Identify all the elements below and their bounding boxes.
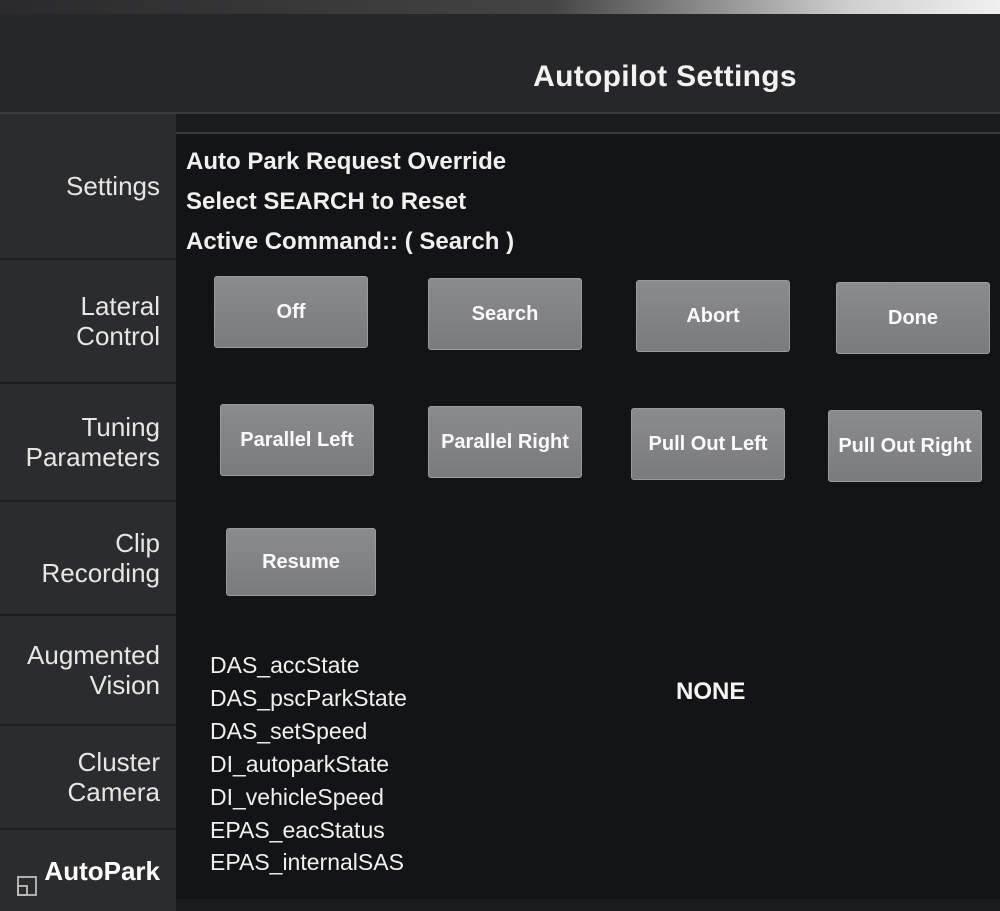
done-button[interactable]: Done xyxy=(836,282,990,354)
sidebar-item-label: Augmented Vision xyxy=(27,640,160,700)
signal-label: DAS_accState xyxy=(210,652,360,678)
sidebar-item-tuning-parameters[interactable]: Tuning Parameters xyxy=(0,384,176,502)
signal-label: DI_autoparkState xyxy=(210,751,390,777)
autopark-panel: Auto Park Request Override Select SEARCH… xyxy=(176,132,1000,899)
abort-button[interactable]: Abort xyxy=(636,280,790,352)
top-bezel-strip xyxy=(0,0,1000,14)
sidebar-item-label: Settings xyxy=(66,171,160,201)
header-bar: Autopilot Settings xyxy=(0,14,1000,114)
sidebar-item-label: Tuning Parameters xyxy=(25,412,160,472)
page-title: Autopilot Settings xyxy=(533,60,797,93)
signal-label: DAS_setSpeed xyxy=(210,718,368,744)
sidebar-item-label: AutoPark xyxy=(44,855,160,886)
pull-out-left-button[interactable]: Pull Out Left xyxy=(631,408,785,480)
window-resize-icon[interactable] xyxy=(16,875,38,897)
sidebar-item-label: Lateral Control xyxy=(76,291,160,351)
sidebar: Settings Lateral Control Tuning Paramete… xyxy=(0,114,176,911)
sidebar-item-clip-recording[interactable]: Clip Recording xyxy=(0,502,176,616)
sidebar-item-label: Clip Recording xyxy=(41,528,160,588)
parallel-left-button[interactable]: Parallel Left xyxy=(220,404,374,476)
signal-label: EPAS_eacStatus xyxy=(210,817,385,843)
signal-value: NONE xyxy=(676,678,746,705)
signal-label: EPAS_internalSAS xyxy=(210,849,404,875)
off-button[interactable]: Off xyxy=(214,276,368,348)
active-command: Active Command:: ( Search ) xyxy=(186,228,515,255)
reset-hint: Select SEARCH to Reset xyxy=(186,188,467,215)
pull-out-right-button[interactable]: Pull Out Right xyxy=(828,410,982,482)
parallel-right-button[interactable]: Parallel Right xyxy=(428,406,582,478)
sidebar-item-cluster-camera[interactable]: Cluster Camera xyxy=(0,726,176,830)
sidebar-item-augmented-vision[interactable]: Augmented Vision xyxy=(0,616,176,726)
signal-label: DI_vehicleSpeed xyxy=(210,784,384,810)
resume-button[interactable]: Resume xyxy=(226,528,376,596)
sidebar-item-label: Cluster Camera xyxy=(67,747,160,807)
override-title: Auto Park Request Override xyxy=(186,148,507,175)
search-button[interactable]: Search xyxy=(428,278,582,350)
sidebar-item-autopark[interactable]: AutoPark xyxy=(0,830,176,911)
sidebar-item-settings[interactable]: Settings xyxy=(0,114,176,260)
sidebar-item-lateral-control[interactable]: Lateral Control xyxy=(0,260,176,384)
signal-label: DAS_pscParkState xyxy=(210,685,407,711)
